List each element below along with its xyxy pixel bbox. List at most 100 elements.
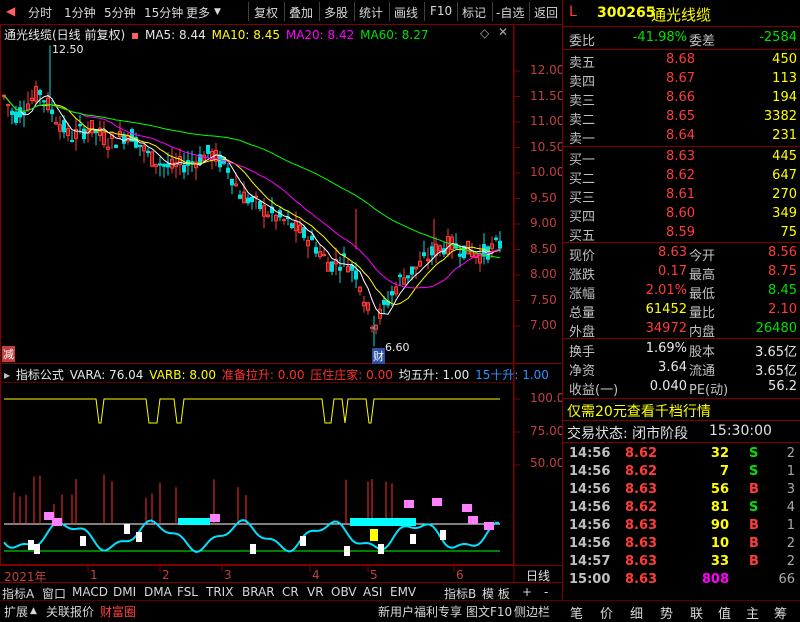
tab-cr[interactable]: CR [282,585,299,599]
trade-count: 1 [786,464,795,479]
indicator-tick-label: 50.00 [530,456,565,470]
nav-related[interactable]: 联 [690,603,703,622]
extra-row: 净资 3.64 流通 3.65亿 [567,360,799,379]
wealth-circle-tab[interactable]: 财富圈 [100,603,136,620]
toolbar-collapse-icon[interactable]: ◀ [6,4,15,18]
trade-count: 2 [786,446,795,461]
f10-button[interactable]: F10 [430,4,452,18]
trade-direction: S [749,500,759,515]
f10-graphic-button[interactable]: 图文F10 [466,603,512,620]
diamond-icon[interactable]: ◇ [480,26,489,40]
price-tick-label: 8.50 [530,241,557,256]
overlay-button[interactable]: 叠加 [289,4,313,21]
trade-price: 8.62 [625,446,658,461]
sidebar-button[interactable]: 侧边栏 [514,603,550,620]
mark-button[interactable]: 标记 [462,4,486,21]
close-icon[interactable]: ✕ [498,25,508,39]
draw-line-button[interactable]: 画线 [394,4,418,21]
row-value-2: 3382 [763,109,797,124]
row-label: 收益(一) [569,383,619,398]
reduce-flag[interactable]: 减 [2,346,15,362]
zoom-in-button[interactable]: + [522,585,532,599]
row-label: 买四 [569,210,596,225]
depth-promo-link[interactable]: 仅需20元查看千档行情 [567,401,711,421]
indicator-legend: ▸ 指标公式 VARA: 76.04 VARB: 8.00 准备拉升: 0.00… [4,366,551,383]
tab-15min[interactable]: 15分钟 [144,4,183,21]
trade-volume: 808 [701,572,729,587]
ask-row: 卖三 8.66 194 [567,90,799,109]
fuquan-button[interactable]: 复权 [254,4,278,21]
tab-emv[interactable]: EMV [390,585,416,599]
row-value-2: 75 [780,225,797,240]
tab-trix[interactable]: TRIX [206,585,233,599]
tab-vr[interactable]: VR [307,585,324,599]
row-label-2: 最低 [689,287,716,302]
trade-price: 8.63 [625,554,658,569]
trade-row: 14:57 8.63 33 B 2 [567,554,799,572]
trading-state-time: 15:30:00 [709,423,772,439]
weicha-value: -2584 [759,30,797,45]
ma20-label: MA20: 8.42 [285,28,355,42]
row-value-2: 3.65亿 [755,345,797,360]
kline-chart[interactable] [0,24,562,582]
indicator-series [3,398,520,556]
nav-value[interactable]: 值 [718,603,731,622]
row-value-2: 8.75 [768,264,797,279]
ready-rise-label: 准备拉升: 0.00 [221,368,305,382]
trade-direction: B [749,518,759,533]
tab-fenshi[interactable]: 分时 [28,4,52,21]
row-value-2: 8.45 [768,283,797,298]
row-label: 涨幅 [569,287,596,302]
trade-row: 14:56 8.63 90 B 1 [567,518,799,536]
expand-arrow-icon: ▲ [30,606,37,616]
kline-chart-area[interactable]: 通光线缆(日线 前复权) ▪ MA5: 8.44 MA10: 8.45 MA20… [0,24,565,600]
nav-detail[interactable]: 细 [630,603,643,622]
row-label: 换手 [569,345,596,360]
nav-price[interactable]: 价 [600,603,613,622]
tab-5min[interactable]: 5分钟 [104,4,136,21]
expand-button[interactable]: 扩展 [4,603,28,620]
trade-time: 14:56 [569,536,611,551]
row-value: 8.63 [658,245,687,260]
related-quote-tab[interactable]: 关联报价 [46,603,94,620]
trade-count: 2 [786,554,795,569]
ask-row: 卖二 8.65 3382 [567,109,799,128]
trade-time: 14:56 [569,446,611,461]
tab-obv[interactable]: OBV [331,585,357,599]
avg5-rise-label: 均五升: 1.00 [398,368,470,382]
tab-asi[interactable]: ASI [363,585,382,599]
chevron-down-icon: ▼ [214,7,221,17]
tab-dmi[interactable]: DMI [113,585,136,599]
trade-row: 14:56 8.62 81 S 4 [567,500,799,518]
indicator-expand-icon[interactable]: ▸ [4,368,10,382]
time-label-month-2: 2 [162,568,170,582]
tab-brar[interactable]: BRAR [242,585,275,599]
low-mark: 6.60 [385,341,410,354]
tab-dma[interactable]: DMA [144,585,172,599]
new-user-promo-link[interactable]: 新用户福利专享 [378,603,462,620]
trade-direction: S [749,446,759,461]
tab-fsl[interactable]: FSL [177,585,198,599]
tab-more[interactable]: 更多 [186,4,210,21]
tab-macd[interactable]: MACD [72,585,108,599]
zoom-out-button[interactable]: - [544,585,548,599]
add-watchlist-button[interactable]: -自选 [496,4,524,21]
nav-ticks[interactable]: 笔 [570,603,583,622]
chart-options-icon[interactable]: ▪ [131,28,139,42]
price-tick-label: 9.00 [530,216,557,230]
nav-chips[interactable]: 筹 [774,603,787,622]
ma10-label: MA10: 8.45 [211,28,281,42]
row-value-2: 647 [772,168,797,183]
nav-main[interactable]: 主 [746,603,759,622]
tab-1min[interactable]: 1分钟 [64,4,96,21]
indicator-title[interactable]: 指标公式 [16,368,64,382]
back-button[interactable]: 返回 [534,4,558,21]
ma60-label: MA60: 8.27 [360,28,429,42]
finance-flag[interactable]: 财 [372,348,385,364]
statistics-button[interactable]: 统计 [359,4,383,21]
trade-volume: 90 [710,518,729,533]
nav-trend[interactable]: 势 [660,603,673,622]
row-value: 3.64 [658,360,687,375]
multi-stock-button[interactable]: 多股 [324,4,348,21]
trade-volume: 10 [710,536,729,551]
